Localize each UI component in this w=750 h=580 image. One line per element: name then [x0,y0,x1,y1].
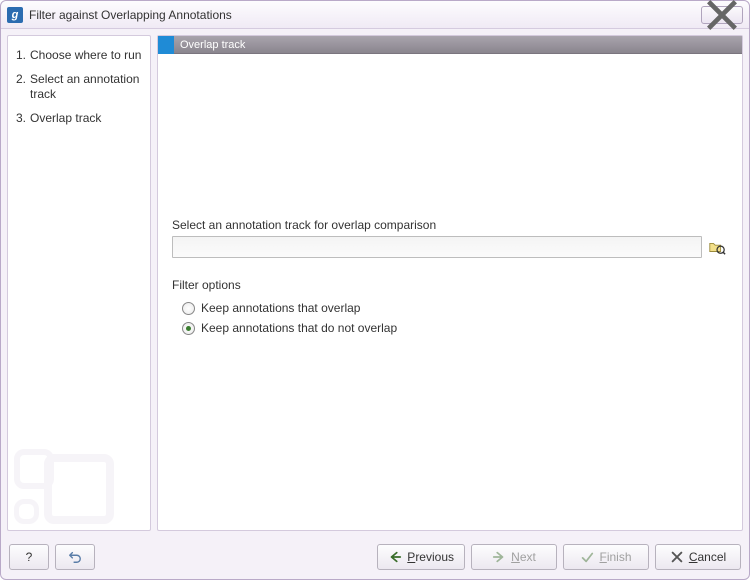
titlebar: g Filter against Overlapping Annotations [1,1,749,29]
wizard-body: 1. Choose where to run 2. Select an anno… [1,29,749,537]
next-button[interactable]: Next [471,544,557,570]
previous-button[interactable]: Previous [377,544,465,570]
radio-icon [182,302,195,315]
panel-header-accent [158,36,174,54]
help-icon: ? [26,550,33,564]
step-number: 3. [16,111,26,127]
app-icon: g [7,7,23,23]
panel-title: Overlap track [174,36,742,54]
check-icon [580,550,594,564]
window-close-button[interactable] [701,6,743,24]
finish-button[interactable]: Finish [563,544,649,570]
track-select-row [172,236,728,258]
button-label: Finish [599,550,631,564]
step-number: 2. [16,72,26,88]
cancel-button[interactable]: Cancel [655,544,741,570]
panel-header: Overlap track [158,36,742,54]
filter-options-label: Filter options [172,278,728,292]
wizard-steps-sidebar: 1. Choose where to run 2. Select an anno… [7,35,151,531]
button-label: Cancel [689,550,726,564]
help-button[interactable]: ? [9,544,49,570]
reset-button[interactable] [55,544,95,570]
step-number: 1. [16,48,26,64]
cancel-icon [670,550,684,564]
step-label: Select an annotation track [30,72,142,103]
browse-folder-icon [708,238,726,256]
browse-track-button[interactable] [706,236,728,258]
undo-icon [68,550,82,564]
window-title: Filter against Overlapping Annotations [29,8,701,22]
wizard-step: 3. Overlap track [16,107,142,131]
radio-icon [182,322,195,335]
button-label: Previous [407,550,454,564]
panel-content: Select an annotation track for overlap c… [158,54,742,530]
track-select-label: Select an annotation track for overlap c… [172,218,728,232]
arrow-left-icon [388,550,402,564]
radio-label: Keep annotations that do not overlap [201,321,397,335]
radio-label: Keep annotations that overlap [201,301,360,315]
wizard-step: 2. Select an annotation track [16,68,142,107]
wizard-footer: ? Previous Next Finish [1,537,749,579]
wizard-window: g Filter against Overlapping Annotations… [0,0,750,580]
button-label: Next [511,550,536,564]
radio-keep-no-overlap[interactable]: Keep annotations that do not overlap [172,318,728,338]
step-label: Choose where to run [30,48,141,64]
wizard-step: 1. Choose where to run [16,44,142,68]
track-input[interactable] [172,236,702,258]
step-label: Overlap track [30,111,101,127]
arrow-right-icon [492,550,506,564]
wizard-main-panel: Overlap track Select an annotation track… [157,35,743,531]
radio-keep-overlap[interactable]: Keep annotations that overlap [172,298,728,318]
sidebar-decoration [14,434,134,524]
